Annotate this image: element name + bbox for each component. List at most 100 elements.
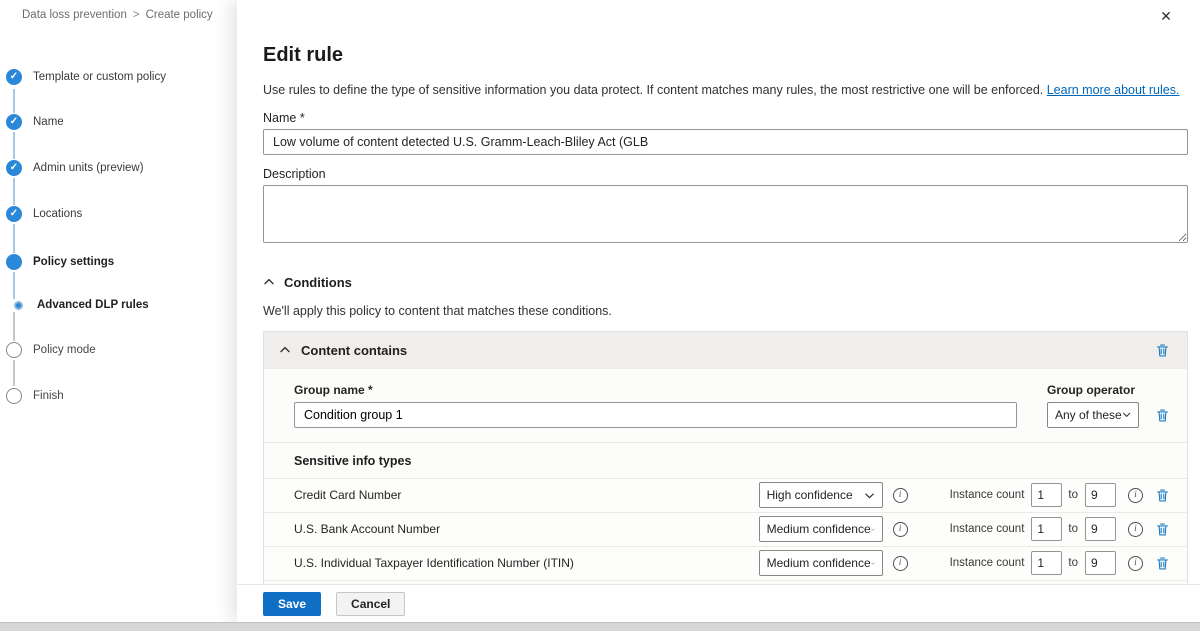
close-button[interactable]: ✕: [1154, 4, 1178, 28]
rule-name-input[interactable]: [263, 129, 1188, 155]
sensitive-info-types-header: Sensitive info types: [264, 443, 1187, 479]
confidence-value: Medium confidence: [767, 556, 871, 570]
confidence-dropdown[interactable]: High confidence: [759, 482, 883, 508]
step-completed-icon: ✓: [6, 160, 22, 176]
sidebar-step-advanced-dlp-rules[interactable]: Advanced DLP rules: [10, 299, 149, 311]
instance-max-input[interactable]: [1085, 517, 1116, 541]
sidebar-step-policy-mode[interactable]: Policy mode: [6, 342, 96, 358]
info-icon[interactable]: i: [1128, 556, 1143, 571]
group-name-input[interactable]: [294, 402, 1017, 428]
to-label: to: [1068, 523, 1078, 535]
description-label: Description: [263, 167, 1188, 181]
panel-content: Edit rule Use rules to define the type o…: [237, 0, 1200, 584]
chevron-down-icon: [1122, 409, 1131, 420]
instance-max-input[interactable]: [1085, 483, 1116, 507]
info-icon[interactable]: i: [893, 522, 908, 537]
instance-count-label: Instance count: [950, 489, 1025, 501]
trash-icon: [1155, 556, 1170, 571]
bottom-strip: [0, 622, 1200, 631]
conditions-title: Conditions: [284, 275, 352, 290]
chevron-down-icon: [864, 490, 875, 501]
learn-more-link[interactable]: Learn more about rules.: [1047, 83, 1180, 97]
instance-count-label: Instance count: [950, 523, 1025, 535]
cancel-button[interactable]: Cancel: [336, 592, 405, 616]
info-icon[interactable]: i: [893, 488, 908, 503]
sensitive-info-name: U.S. Bank Account Number: [294, 522, 759, 536]
step-substep-icon: [14, 301, 23, 310]
info-icon[interactable]: i: [1128, 488, 1143, 503]
rule-description-input[interactable]: [263, 185, 1188, 243]
chevron-up-icon: [279, 344, 291, 356]
sidebar-step-template-or-custom-policy[interactable]: ✓ Template or custom policy: [6, 69, 166, 85]
step-label: Locations: [33, 208, 82, 220]
save-button[interactable]: Save: [263, 592, 321, 616]
page-title: Edit rule: [263, 44, 1188, 67]
step-label: Template or custom policy: [33, 71, 166, 83]
panel-footer: Save Cancel: [237, 584, 1200, 622]
group-name-field: Group name *: [294, 383, 1017, 428]
confidence-value: High confidence: [767, 488, 853, 502]
delete-group-button[interactable]: [1153, 406, 1172, 425]
content-contains-title: Content contains: [301, 343, 1143, 358]
conditions-subtitle: We'll apply this policy to content that …: [263, 304, 1188, 318]
trash-icon: [1155, 488, 1170, 503]
sensitive-info-row: Credit Card Number High confidence i Ins…: [264, 479, 1187, 513]
delete-row-button[interactable]: [1153, 486, 1172, 505]
content-contains-box: Content contains Group name * Group oper…: [263, 331, 1188, 584]
edit-rule-panel: ✕ Edit rule Use rules to define the type…: [237, 0, 1200, 622]
info-icon[interactable]: i: [1128, 522, 1143, 537]
sidebar-step-admin-units[interactable]: ✓ Admin units (preview): [6, 160, 144, 176]
sidebar-step-locations[interactable]: ✓ Locations: [6, 206, 82, 222]
group-operator-field: Group operator Any of these: [1047, 383, 1139, 428]
step-label: Policy mode: [33, 344, 96, 356]
step-label: Policy settings: [33, 256, 114, 268]
instance-min-input[interactable]: [1031, 483, 1062, 507]
confidence-dropdown[interactable]: Medium confidence: [759, 516, 883, 542]
step-label: Name: [33, 116, 64, 128]
confidence-value: Medium confidence: [767, 522, 871, 536]
to-label: to: [1068, 557, 1078, 569]
group-operator-value: Any of these: [1055, 408, 1122, 422]
sensitive-info-row: U.S. Individual Taxpayer Identification …: [264, 547, 1187, 581]
sidebar-step-policy-settings[interactable]: Policy settings: [6, 254, 114, 270]
trash-icon: [1155, 522, 1170, 537]
confidence-dropdown[interactable]: Medium confidence: [759, 550, 883, 576]
instance-min-input[interactable]: [1031, 551, 1062, 575]
step-connector: [13, 132, 15, 159]
step-upcoming-icon: [6, 342, 22, 358]
close-icon: ✕: [1160, 8, 1172, 25]
sensitive-info-row: U.S. Bank Account Number Medium confiden…: [264, 513, 1187, 547]
check-icon: ✓: [10, 117, 18, 127]
group-operator-dropdown[interactable]: Any of these: [1047, 402, 1139, 428]
step-connector: [13, 89, 15, 113]
step-label: Finish: [33, 390, 64, 402]
delete-row-button[interactable]: [1153, 520, 1172, 539]
step-current-icon: [6, 254, 22, 270]
chevron-up-icon: [263, 276, 275, 288]
trash-icon: [1155, 343, 1170, 358]
instance-count-label: Instance count: [950, 557, 1025, 569]
step-connector: [13, 272, 15, 299]
sidebar-step-finish[interactable]: Finish: [6, 388, 64, 404]
step-connector: [13, 360, 15, 386]
check-icon: ✓: [10, 209, 18, 219]
instance-max-input[interactable]: [1085, 551, 1116, 575]
conditions-section-header[interactable]: Conditions: [263, 275, 1188, 290]
step-completed-icon: ✓: [6, 69, 22, 85]
delete-condition-button[interactable]: [1153, 341, 1172, 360]
group-name-label: Group name *: [294, 383, 1017, 397]
group-operator-label: Group operator: [1047, 383, 1139, 397]
check-icon: ✓: [10, 163, 18, 173]
add-dropdown[interactable]: Add: [264, 581, 1187, 584]
trash-icon: [1155, 408, 1170, 423]
name-label: Name *: [263, 111, 1188, 125]
chevron-down-icon: [871, 524, 875, 535]
sidebar-step-name[interactable]: ✓ Name: [6, 114, 64, 130]
instance-min-input[interactable]: [1031, 517, 1062, 541]
delete-row-button[interactable]: [1153, 554, 1172, 573]
content-contains-header[interactable]: Content contains: [264, 332, 1187, 369]
intro-text: Use rules to define the type of sensitiv…: [263, 82, 1188, 99]
wizard-sidebar: Data loss prevention>Create policy ✓ Tem…: [0, 0, 237, 622]
check-icon: ✓: [10, 72, 18, 82]
info-icon[interactable]: i: [893, 556, 908, 571]
